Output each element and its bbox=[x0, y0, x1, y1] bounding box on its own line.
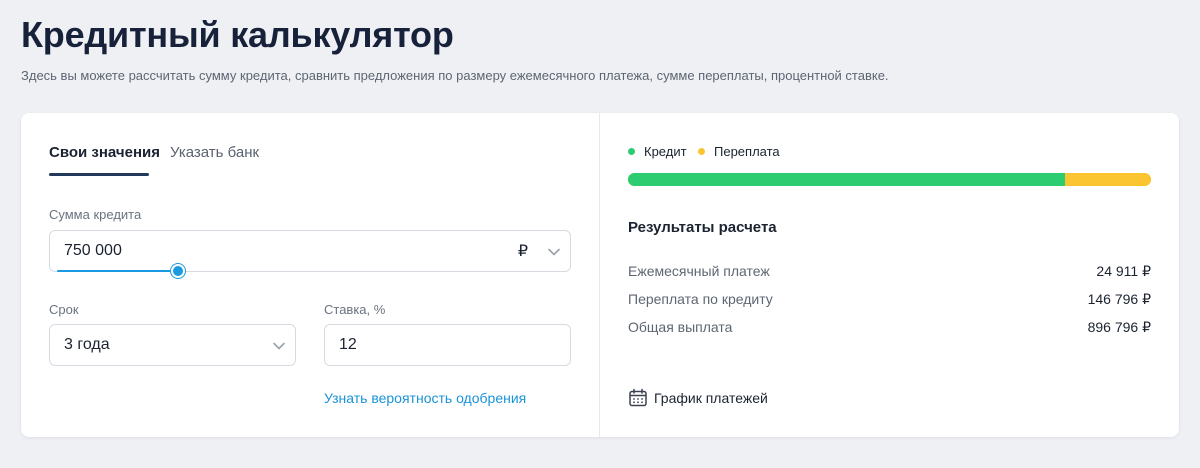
result-value-monthly: 24 911 ₽ bbox=[1096, 263, 1151, 279]
result-label-total: Общая выплата bbox=[628, 319, 733, 335]
amount-label: Сумма кредита bbox=[49, 207, 142, 222]
breakdown-bar-overpay bbox=[1065, 173, 1151, 186]
calendar-icon bbox=[629, 388, 647, 407]
approval-probability-link[interactable]: Узнать вероятность одобрения bbox=[324, 390, 526, 406]
chevron-down-icon[interactable] bbox=[548, 248, 560, 256]
page-subtitle: Здесь вы можете рассчитать сумму кредита… bbox=[21, 68, 889, 83]
amount-slider-handle[interactable] bbox=[171, 264, 186, 278]
rate-value[interactable]: 12 bbox=[339, 336, 357, 354]
amount-value: 750 000 bbox=[64, 242, 122, 259]
results-title: Результаты расчета bbox=[628, 219, 777, 236]
rate-field[interactable]: 12 bbox=[324, 324, 571, 366]
page-title: Кредитный калькулятор bbox=[21, 14, 454, 55]
legend-item-credit: Кредит bbox=[628, 144, 687, 159]
currency-symbol: ₽ bbox=[517, 243, 528, 260]
amount-slider-track[interactable] bbox=[57, 270, 179, 272]
term-label: Срок bbox=[49, 302, 79, 317]
payment-schedule-button[interactable]: График платежей bbox=[628, 388, 768, 408]
legend-dot-credit bbox=[628, 148, 635, 155]
legend-dot-overpay bbox=[698, 148, 705, 155]
calculator-card: Свои значения Указать банк Сумма кредита… bbox=[21, 113, 1179, 437]
result-label-monthly: Ежемесячный платеж bbox=[628, 263, 770, 279]
result-value-overpay: 146 796 ₽ bbox=[1087, 291, 1151, 307]
amount-field[interactable]: 750 000 ₽ bbox=[49, 230, 571, 272]
legend-item-overpay: Переплата bbox=[698, 144, 780, 159]
term-value: 3 года bbox=[64, 336, 110, 353]
term-select[interactable]: 3 года bbox=[49, 324, 296, 366]
result-value-total: 896 796 ₽ bbox=[1087, 319, 1151, 335]
panel-divider bbox=[599, 113, 600, 437]
legend-label-credit: Кредит bbox=[644, 144, 687, 159]
legend-label-overpay: Переплата bbox=[714, 144, 780, 159]
tab-specify-bank[interactable]: Указать банк bbox=[170, 144, 259, 161]
chevron-down-icon[interactable] bbox=[273, 342, 285, 350]
breakdown-bar-credit bbox=[628, 173, 1066, 186]
breakdown-bar bbox=[628, 173, 1151, 186]
result-label-overpay: Переплата по кредиту bbox=[628, 291, 773, 307]
tab-own-values[interactable]: Свои значения bbox=[49, 144, 160, 161]
active-tab-indicator bbox=[49, 173, 149, 176]
rate-label: Ставка, % bbox=[324, 302, 386, 317]
payment-schedule-label: График платежей bbox=[654, 390, 768, 406]
